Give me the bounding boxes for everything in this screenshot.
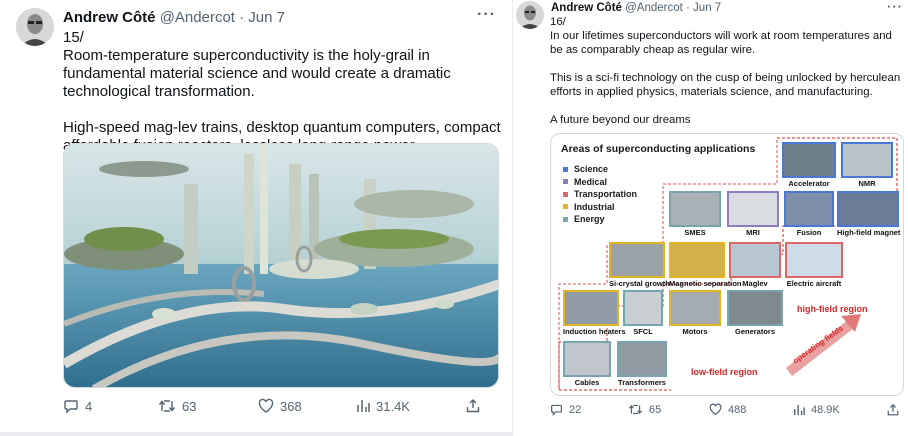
share-icon: [887, 403, 899, 415]
views-button[interactable]: 48.9K: [793, 404, 887, 416]
tile-maglev: Maglev: [729, 242, 781, 288]
retweet-icon: [158, 400, 176, 412]
tweet-text: 16/ In our lifetimes superconductors wil…: [550, 16, 901, 126]
tile-motors: Motors: [669, 290, 721, 336]
like-count: 488: [728, 403, 747, 416]
views-icon: [357, 400, 370, 412]
heart-icon: [709, 403, 722, 416]
tile-generators: Generators: [727, 290, 783, 336]
legend-swatch: [563, 204, 568, 210]
like-button[interactable]: 488: [709, 403, 793, 416]
tile-electric-aircraft: Electric aircraft: [785, 242, 843, 288]
legend-swatch: [563, 179, 568, 185]
retweet-button[interactable]: 65: [628, 403, 709, 416]
tile-high-field-magnet: High-field magnet: [837, 191, 900, 237]
author-handle[interactable]: @Andercot: [625, 2, 683, 14]
tile-mri: MRI: [727, 191, 779, 237]
avatar[interactable]: [516, 1, 544, 29]
tweet-image-futuristic-city[interactable]: [63, 143, 499, 388]
avatar[interactable]: [16, 8, 54, 46]
like-button[interactable]: 368: [258, 398, 356, 414]
tile-transformers: Transformers: [617, 341, 667, 387]
view-count: 31.4K: [376, 398, 410, 414]
high-field-region-label: high-field region: [797, 304, 868, 314]
share-button[interactable]: [466, 399, 480, 413]
retweet-button[interactable]: 63: [158, 398, 258, 414]
share-button[interactable]: [887, 403, 899, 416]
diagram-legend: Science Medical Transportation Industria…: [563, 163, 637, 226]
retweet-count: 63: [182, 398, 197, 414]
tile-si-crystal-growth: Si-crystal growth: [609, 242, 670, 288]
legend-item: Industrial: [563, 201, 637, 214]
more-options-icon[interactable]: ···: [477, 6, 496, 24]
like-count: 368: [280, 398, 302, 414]
tweet-header: Andrew Côté @Andercot · Jun 7: [551, 2, 721, 14]
reply-count: 4: [85, 398, 93, 414]
reply-icon: [551, 404, 562, 416]
views-button[interactable]: 31.4K: [356, 399, 466, 414]
tweet-15: Andrew Côté @Andercot · Jun 7 ··· 15/ Ro…: [0, 0, 512, 432]
tweet-image-superconducting-applications[interactable]: Areas of superconducting applications Sc…: [550, 133, 904, 396]
more-options-icon[interactable]: ···: [887, 0, 903, 14]
diagram-title: Areas of superconducting applications: [561, 143, 756, 155]
views-icon: [794, 404, 805, 415]
author-name[interactable]: Andrew Côté: [63, 9, 156, 26]
reply-count: 22: [569, 403, 582, 416]
reply-icon: [64, 400, 78, 414]
view-count: 48.9K: [811, 403, 840, 416]
tweet-date[interactable]: · Jun 7: [239, 9, 285, 26]
reply-button[interactable]: 22: [550, 403, 628, 416]
legend-swatch: [563, 216, 568, 222]
retweet-icon: [628, 404, 643, 415]
tweet-actions: 4 63 368 31.4K: [63, 398, 499, 414]
tile-smes: SMES: [669, 191, 721, 237]
tweet-header: Andrew Côté @Andercot · Jun 7: [63, 9, 285, 26]
author-name[interactable]: Andrew Côté: [551, 2, 622, 14]
low-field-region-label: low-field region: [691, 367, 758, 377]
retweet-count: 65: [649, 403, 662, 416]
tile-accelerator: Accelerator: [782, 142, 836, 188]
legend-item: Science: [563, 163, 637, 176]
reply-button[interactable]: 4: [63, 398, 158, 414]
tile-cables: Cables: [563, 341, 611, 387]
tweet-16: Andrew Côté @Andercot · Jun 7 ··· 16/ In…: [513, 0, 908, 436]
tile-nmr: NMR: [841, 142, 893, 188]
tweet-actions: 22 65 488 48.9K: [550, 403, 904, 416]
tile-fusion: Fusion: [784, 191, 834, 237]
tweet-date[interactable]: · Jun 7: [686, 2, 721, 14]
tile-sfcl: SFCL: [623, 290, 663, 336]
tile-magnetic-separation: Magnetic separation: [669, 242, 742, 288]
legend-item: Transportation: [563, 188, 637, 201]
legend-swatch: [563, 191, 568, 197]
tile-induction-heaters: Induction heaters: [563, 290, 626, 336]
heart-icon: [258, 398, 274, 413]
legend-item: Energy: [563, 213, 637, 226]
author-handle[interactable]: @Andercot: [160, 9, 235, 26]
legend-item: Medical: [563, 176, 637, 189]
share-icon: [466, 399, 480, 413]
legend-swatch: [563, 166, 568, 172]
